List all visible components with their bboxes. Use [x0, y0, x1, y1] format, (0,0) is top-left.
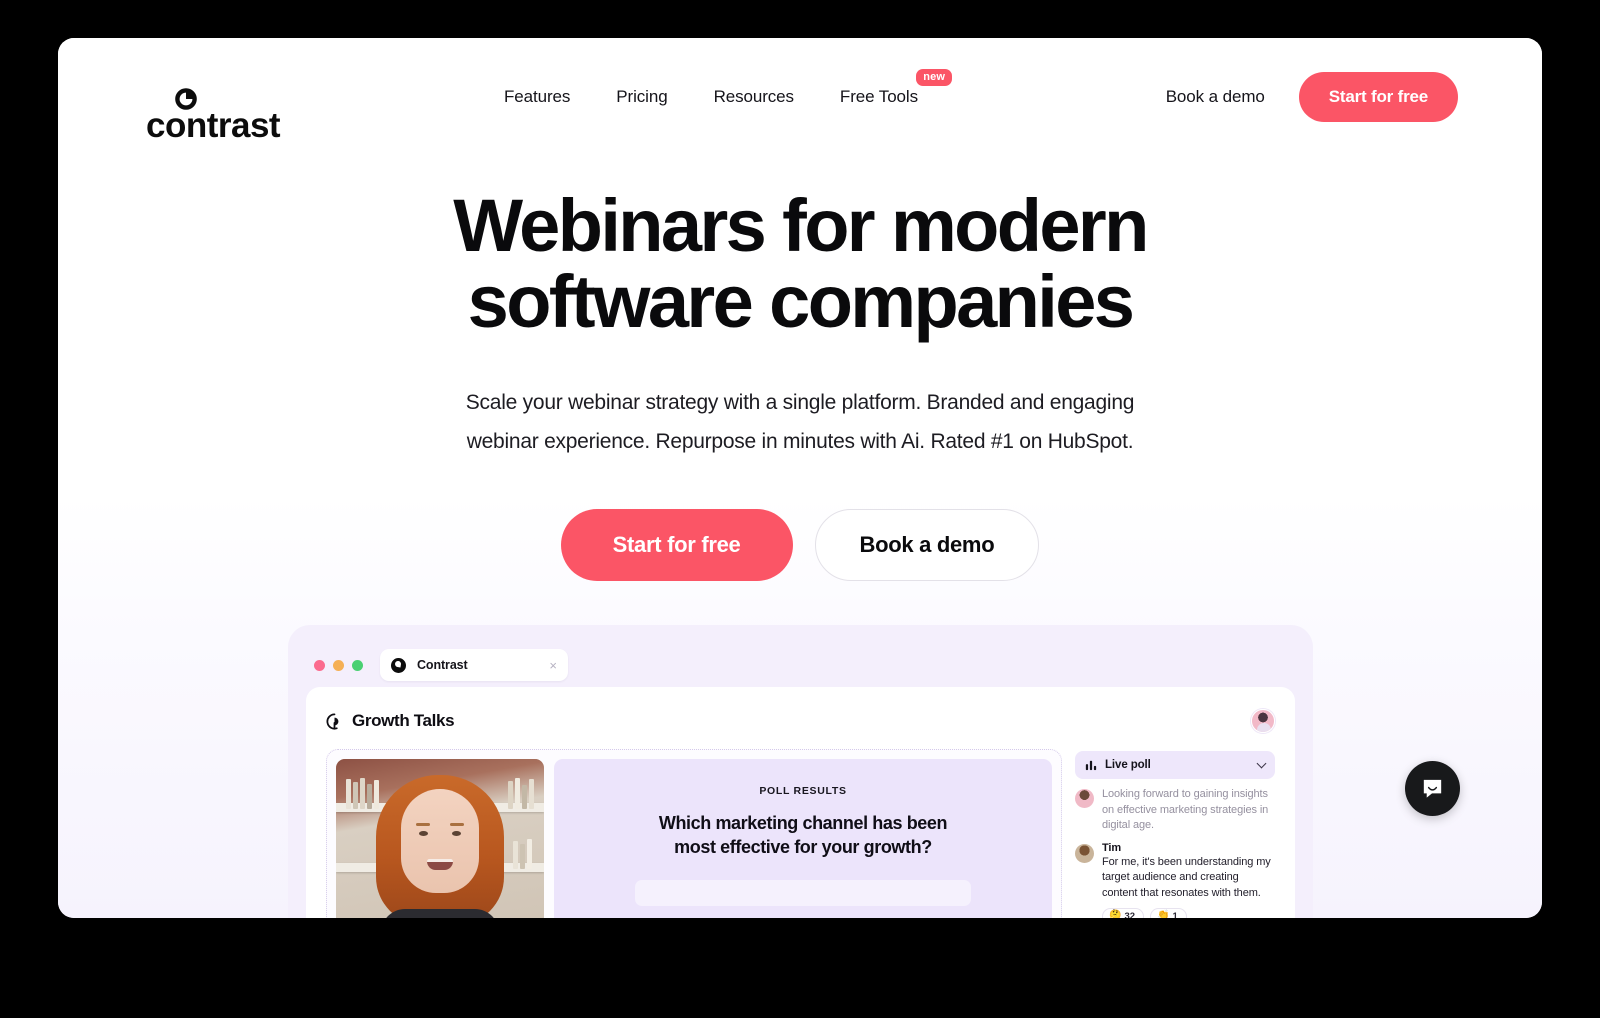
event-brand: Growth Talks: [326, 711, 455, 731]
brand-logo[interactable]: contrast: [146, 78, 296, 143]
browser-tab[interactable]: Contrast ×: [380, 649, 568, 681]
speaker-eye-right: [452, 831, 461, 836]
chat-avatar: [1075, 843, 1094, 863]
speaker-shoulders: [381, 909, 499, 918]
speaker-brow-left: [416, 823, 430, 826]
hero-book-a-demo-button[interactable]: Book a demo: [814, 508, 1040, 581]
chat-bubble-icon: [1423, 779, 1442, 798]
live-poll-header[interactable]: Live poll: [1075, 751, 1275, 779]
books-right-top: [508, 773, 534, 809]
event-name: Growth Talks: [352, 711, 455, 730]
header-start-for-free-button[interactable]: Start for free: [1298, 72, 1458, 122]
speaker-eye-left: [419, 831, 428, 836]
speaker-face: [401, 789, 479, 893]
chat-avatar: [1075, 789, 1094, 808]
poll-answer-bar[interactable]: [635, 879, 971, 906]
site-header: contrast Features Pricing Resources Free…: [58, 38, 1542, 156]
hero-cta-group: Start for free Book a demo: [118, 508, 1482, 581]
hero-subtitle-line-1: Scale your webinar strategy with a singl…: [465, 391, 1135, 415]
chat-message-body: Tim For me, it's been understanding my t…: [1102, 842, 1275, 918]
clapping-hands-emoji-icon: 👏: [1157, 910, 1170, 918]
hero-subtitle: Scale your webinar strategy with a singl…: [420, 384, 1180, 460]
product-mockup: Contrast × Growth Talks POLL RESULTS Whi…: [288, 625, 1313, 918]
traffic-lights: [314, 659, 363, 671]
speaker-video-tile[interactable]: [336, 759, 544, 918]
intercom-chat-launcher-button[interactable]: [1405, 761, 1460, 816]
nav-item-free-tools-label: Free Tools: [839, 87, 918, 106]
webinar-app-topbar: Growth Talks: [326, 703, 1275, 739]
poll-results-card: POLL RESULTS Which marketing channel has…: [554, 759, 1052, 918]
chat-message-reactions: 🤔 32 👏 1: [1102, 907, 1275, 918]
chat-message-author: Tim: [1102, 841, 1122, 854]
hero-title: Webinars for modern software companies: [118, 187, 1482, 344]
hero-title-line-1: Webinars for modern: [453, 184, 1149, 267]
chevron-down-icon[interactable]: [1256, 758, 1267, 769]
brand-logo-text: contrast: [146, 106, 281, 145]
browser-window: contrast Features Pricing Resources Free…: [58, 38, 1542, 918]
page-root: contrast Features Pricing Resources Free…: [0, 0, 1600, 1018]
poll-results-label: POLL RESULTS: [759, 785, 847, 797]
poll-question-line-2: most effective for your growth?: [674, 837, 932, 858]
thinking-face-emoji-icon: 🤔: [1109, 910, 1122, 918]
browser-tab-title: Contrast: [417, 658, 468, 672]
header-book-demo-link[interactable]: Book a demo: [1166, 87, 1265, 107]
chat-message-text: For me, it's been understanding my targe…: [1102, 855, 1271, 900]
reaction-count: 1: [1172, 910, 1178, 918]
nav-item-resources[interactable]: Resources: [714, 87, 794, 107]
contrast-favicon-icon: [391, 657, 406, 673]
stage-main-area: POLL RESULTS Which marketing channel has…: [326, 749, 1062, 918]
new-badge: new: [916, 69, 952, 87]
maximize-window-dot-icon[interactable]: [352, 659, 363, 671]
chat-message-text: Looking forward to gaining insights on e…: [1102, 788, 1269, 832]
bar-chart-icon: [1085, 760, 1097, 771]
live-poll-label: Live poll: [1105, 759, 1151, 771]
speaker-brow-right: [450, 823, 464, 826]
poll-question-line-1: Which marketing channel has been: [658, 813, 948, 833]
nav-item-features[interactable]: Features: [504, 87, 570, 107]
webinar-app-window: Growth Talks POLL RESULTS Which marketin…: [306, 687, 1295, 918]
header-actions: Book a demo Start for free: [1166, 72, 1458, 122]
chat-message-0: Looking forward to gaining insights on e…: [1075, 787, 1275, 834]
books-right-mid: [513, 833, 532, 869]
webinar-stage: POLL RESULTS Which marketing channel has…: [326, 749, 1275, 918]
site-viewport: contrast Features Pricing Resources Free…: [58, 38, 1542, 918]
nav-item-pricing[interactable]: Pricing: [616, 87, 667, 107]
chat-message-1: Tim For me, it's been understanding my t…: [1075, 842, 1275, 918]
speaker-mouth: [427, 859, 453, 870]
close-tab-icon[interactable]: ×: [549, 659, 557, 672]
growth-talks-logo-icon: [326, 712, 339, 730]
minimize-window-dot-icon[interactable]: [333, 659, 344, 671]
books-left-top: [346, 773, 379, 809]
chat-message-body: Looking forward to gaining insights on e…: [1102, 787, 1275, 834]
poll-question: Which marketing channel has been most ef…: [576, 811, 1030, 860]
close-window-dot-icon[interactable]: [314, 659, 325, 671]
reaction-count: 32: [1124, 910, 1136, 918]
mockup-browser-titlebar: Contrast ×: [306, 643, 1295, 687]
hero-start-for-free-button[interactable]: Start for free: [560, 508, 793, 581]
host-avatar[interactable]: [1251, 709, 1275, 733]
hero-section: Webinars for modern software companies S…: [58, 187, 1542, 581]
main-nav: Features Pricing Resources Free Tools ne…: [504, 69, 952, 107]
hero-subtitle-line-2: webinar experience. Repurpose in minutes…: [466, 429, 1134, 453]
reaction-pill-clap[interactable]: 👏 1: [1150, 907, 1187, 918]
reaction-pill-thinking[interactable]: 🤔 32: [1102, 907, 1145, 918]
nav-item-free-tools[interactable]: Free Tools new: [839, 69, 952, 107]
chat-sidebar: Live poll Looking forward to gaining ins…: [1075, 749, 1275, 918]
hero-title-line-2: software companies: [467, 260, 1135, 344]
